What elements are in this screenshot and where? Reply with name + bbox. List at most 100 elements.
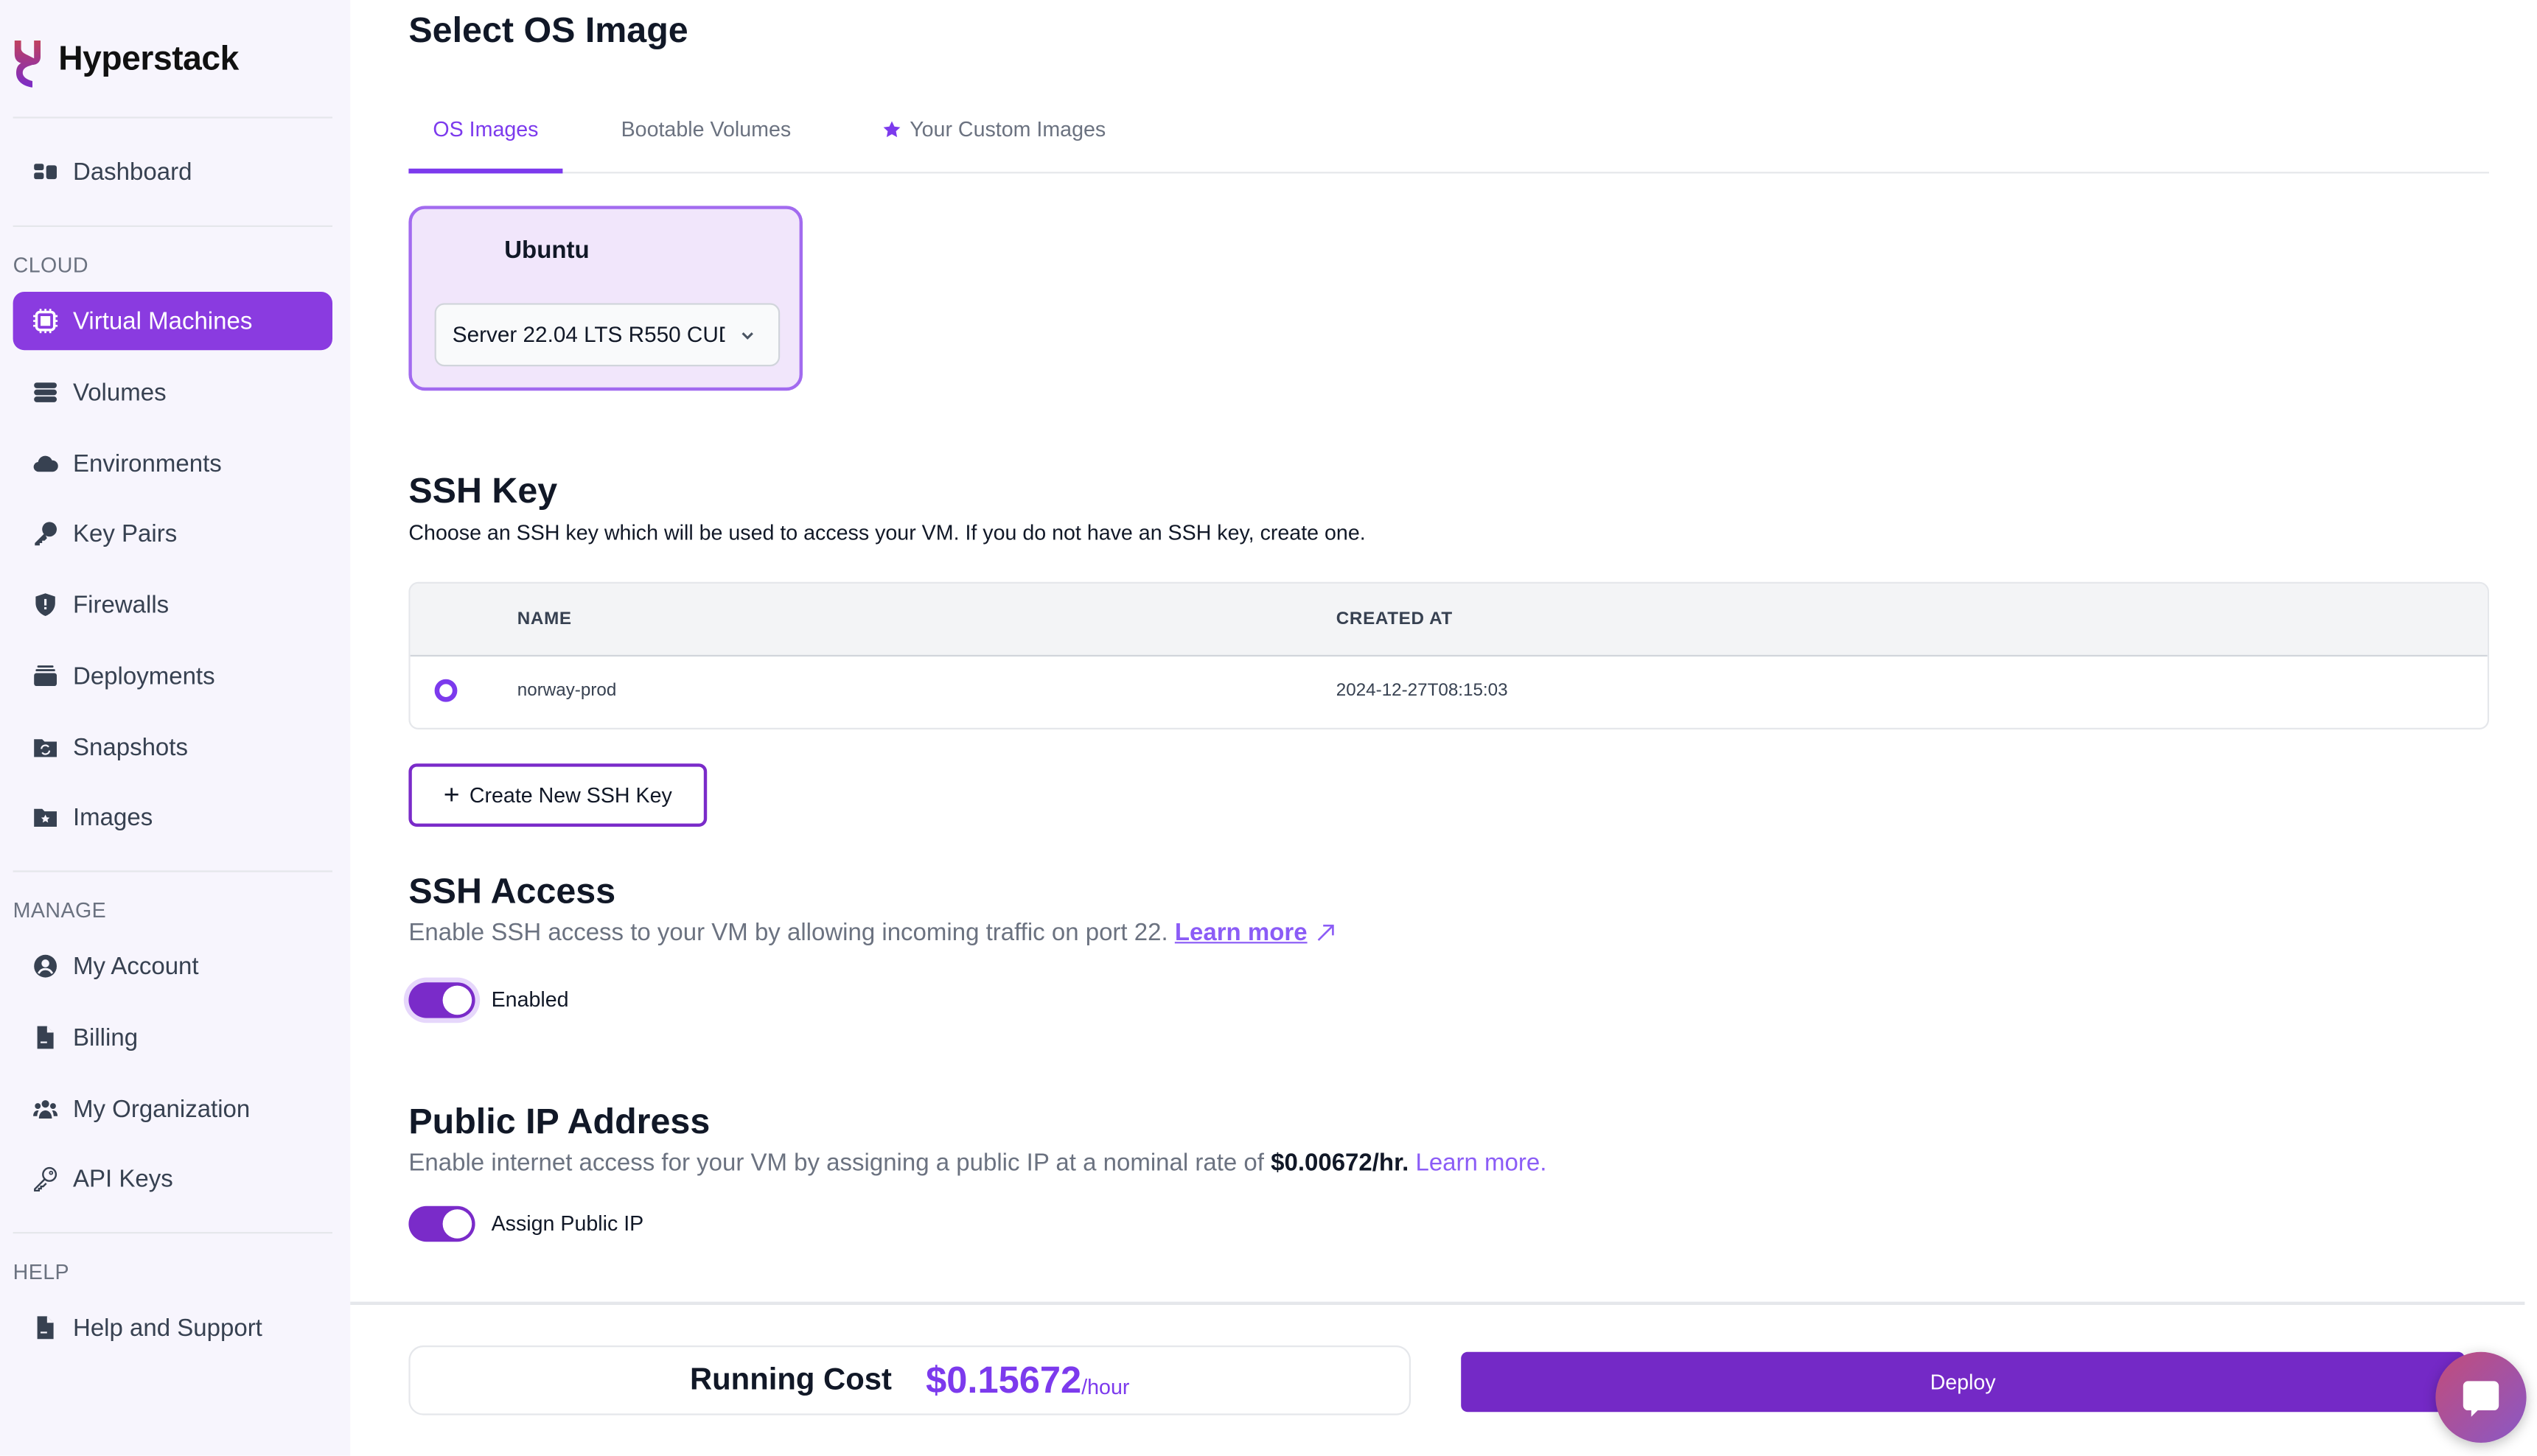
document-icon xyxy=(32,1024,58,1050)
column-header-name: NAME xyxy=(517,609,572,629)
sidebar-item-label: Help and Support xyxy=(73,1314,262,1342)
public-ip-description: Enable internet access for your VM by as… xyxy=(408,1149,1546,1177)
chevron-down-icon xyxy=(741,331,753,339)
table-row[interactable]: norway-prod 2024-12-27T08:15:03 xyxy=(411,657,2488,728)
key-icon xyxy=(32,520,58,546)
toggle-knob xyxy=(442,985,472,1015)
sidebar-divider xyxy=(13,116,332,119)
sidebar-item-label: Volumes xyxy=(73,378,167,407)
sidebar-item-environments[interactable]: Environments xyxy=(13,435,332,493)
sidebar-item-label: Environments xyxy=(73,449,222,477)
ssh-key-table: NAME CREATED AT norway-prod 2024-12-27T0… xyxy=(408,581,2490,729)
public-ip-text: Enable internet access for your VM by as… xyxy=(408,1149,1264,1177)
dashboard-icon xyxy=(32,159,58,185)
ssh-access-toggle-label: Enabled xyxy=(491,987,569,1012)
brand-name: Hyperstack xyxy=(58,41,239,78)
chip-icon xyxy=(32,308,58,334)
shield-icon xyxy=(32,592,58,617)
column-header-created-at: CREATED AT xyxy=(1336,609,1453,629)
ssh-access-toggle[interactable] xyxy=(408,982,475,1018)
ssh-key-title: SSH Key xyxy=(408,470,558,511)
sidebar: Hyperstack Dashboard CLOUD Virtual Machi… xyxy=(0,0,351,1456)
sidebar-divider xyxy=(13,1232,332,1234)
brand-logo[interactable]: Hyperstack xyxy=(13,32,239,88)
public-ip-rate: $0.00672/hr. xyxy=(1271,1149,1409,1177)
external-link-icon[interactable] xyxy=(1314,921,1337,944)
button-label: Create New SSH Key xyxy=(469,783,672,808)
plus-icon: + xyxy=(443,779,460,810)
active-tab-indicator xyxy=(408,168,563,174)
section-label-help: HELP xyxy=(13,1259,70,1284)
public-ip-title: Public IP Address xyxy=(408,1100,711,1141)
sidebar-item-key-pairs[interactable]: Key Pairs xyxy=(13,504,332,562)
key-outline-icon xyxy=(32,1166,58,1191)
sidebar-item-label: Snapshots xyxy=(73,733,188,761)
tab-os-images[interactable]: OS Images xyxy=(433,116,538,141)
ssh-key-created-at: 2024-12-27T08:15:03 xyxy=(1336,681,1508,701)
ssh-key-description: Choose an SSH key which will be used to … xyxy=(408,520,1366,545)
os-version-value: Server 22.04 LTS R550 CUDA 12.4 xyxy=(452,322,725,347)
toggle-knob xyxy=(442,1209,472,1239)
sidebar-item-label: Dashboard xyxy=(73,158,192,186)
star-icon xyxy=(883,120,901,136)
public-ip-toggle[interactable] xyxy=(408,1205,475,1242)
user-circle-icon xyxy=(32,953,58,979)
sidebar-item-label: Deployments xyxy=(73,662,215,690)
sidebar-item-label: My Account xyxy=(73,952,199,980)
page-title: Select OS Image xyxy=(408,10,688,51)
sidebar-item-virtual-machines[interactable]: Virtual Machines xyxy=(13,292,332,351)
ssh-access-title: SSH Access xyxy=(408,870,616,911)
table-header: NAME CREATED AT xyxy=(410,584,2488,657)
hyperstack-logo-icon xyxy=(14,41,41,88)
running-cost-unit: /hour xyxy=(1081,1374,1130,1399)
running-cost-label: Running Cost xyxy=(689,1362,892,1397)
public-ip-toggle-label: Assign Public IP xyxy=(491,1211,644,1236)
sidebar-item-firewalls[interactable]: Firewalls xyxy=(13,575,332,634)
sidebar-item-volumes[interactable]: Volumes xyxy=(13,363,332,421)
chat-bubble-icon xyxy=(2463,1381,2499,1417)
footer-divider xyxy=(350,1301,2525,1305)
public-ip-learn-more-link[interactable]: Learn more. xyxy=(1415,1149,1546,1177)
sidebar-item-label: My Organization xyxy=(73,1095,251,1123)
ssh-access-text: Enable SSH access to your VM by allowing… xyxy=(408,919,1168,947)
sidebar-item-images[interactable]: Images xyxy=(13,788,332,846)
chat-support-button[interactable] xyxy=(2435,1351,2527,1443)
folder-sync-icon xyxy=(32,735,58,760)
deploy-button[interactable]: Deploy xyxy=(1461,1351,2465,1413)
server-stack-icon xyxy=(32,379,58,405)
sidebar-item-api-keys[interactable]: API Keys xyxy=(13,1149,332,1208)
image-tabs: OS Images Bootable Volumes Your Custom I… xyxy=(408,100,2490,174)
sidebar-item-label: Firewalls xyxy=(73,590,170,619)
ssh-access-description: Enable SSH access to your VM by allowing… xyxy=(408,919,1337,947)
tab-bootable-volumes[interactable]: Bootable Volumes xyxy=(621,116,792,141)
sidebar-item-label: Billing xyxy=(73,1023,139,1051)
os-name: Ubuntu xyxy=(504,237,590,265)
running-cost-box: Running Cost $0.15672 /hour xyxy=(408,1345,1411,1415)
create-ssh-key-button[interactable]: + Create New SSH Key xyxy=(408,763,708,827)
ssh-key-name: norway-prod xyxy=(517,681,617,701)
sidebar-item-my-organization[interactable]: My Organization xyxy=(13,1079,332,1138)
sidebar-item-billing[interactable]: Billing xyxy=(13,1008,332,1066)
section-label-cloud: CLOUD xyxy=(13,253,88,278)
cloud-icon xyxy=(32,451,58,477)
sidebar-item-snapshots[interactable]: Snapshots xyxy=(13,718,332,777)
sidebar-item-label: API Keys xyxy=(73,1164,173,1193)
sidebar-item-label: Virtual Machines xyxy=(73,307,253,335)
sidebar-divider xyxy=(13,225,332,227)
os-card-ubuntu[interactable]: Ubuntu Server 22.04 LTS R550 CUDA 12.4 xyxy=(408,206,803,391)
sidebar-item-dashboard[interactable]: Dashboard xyxy=(13,143,332,201)
ssh-key-radio[interactable] xyxy=(434,679,458,702)
sidebar-item-label: Images xyxy=(73,803,153,831)
folder-star-icon xyxy=(32,804,58,830)
sidebar-item-deployments[interactable]: Deployments xyxy=(13,647,332,705)
document-icon xyxy=(32,1315,58,1340)
os-version-select[interactable]: Server 22.04 LTS R550 CUDA 12.4 xyxy=(434,303,781,367)
layers-icon xyxy=(32,663,58,689)
tab-label: Your Custom Images xyxy=(910,116,1106,141)
ssh-learn-more-link[interactable]: Learn more xyxy=(1175,919,1308,946)
sidebar-item-label: Key Pairs xyxy=(73,519,178,547)
sidebar-item-my-account[interactable]: My Account xyxy=(13,937,332,995)
sidebar-item-help-and-support[interactable]: Help and Support xyxy=(13,1298,332,1357)
running-cost-value: $0.15672 xyxy=(926,1358,1082,1401)
tab-your-custom-images[interactable]: Your Custom Images xyxy=(882,116,1106,141)
